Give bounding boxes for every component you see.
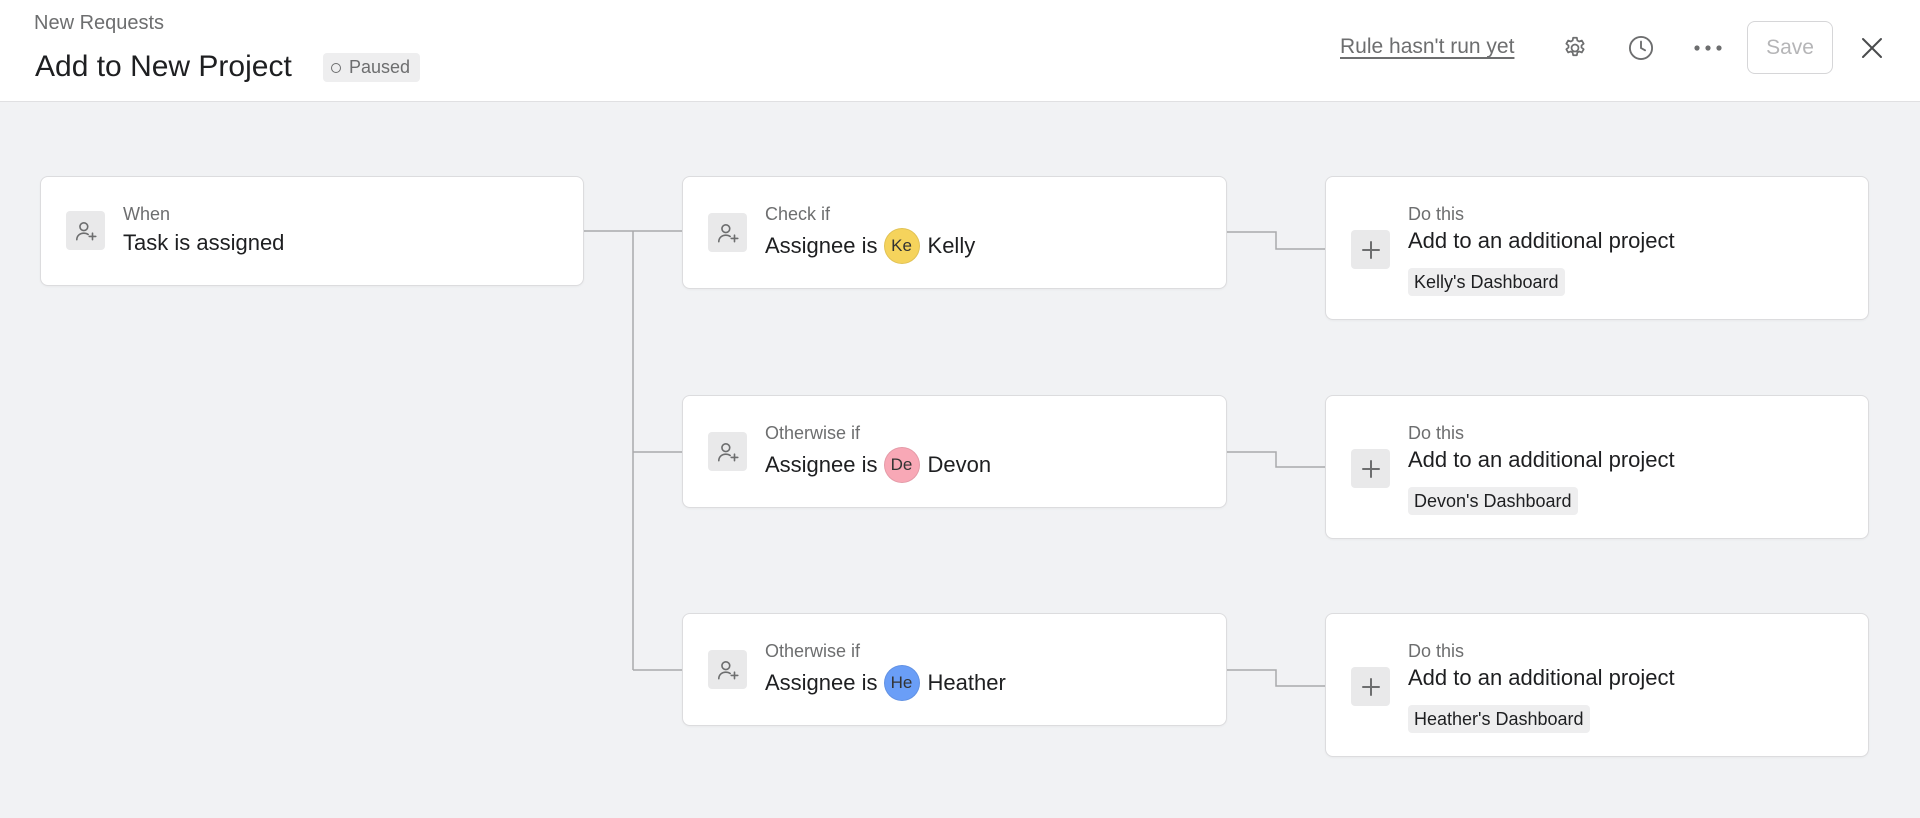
- action-text: Add to an additional project: [1408, 228, 1675, 253]
- condition-card[interactable]: Otherwise if Assignee is De Devon: [682, 395, 1227, 508]
- user-add-icon: [708, 213, 747, 252]
- trigger-text: Task is assigned: [123, 230, 285, 255]
- condition-text: Assignee is De Devon: [765, 447, 991, 483]
- condition-text: Assignee is Ke Kelly: [765, 228, 975, 264]
- rule-header: New Requests Add to New Project Paused R…: [0, 0, 1920, 102]
- condition-text: Assignee is He Heather: [765, 665, 1006, 701]
- status-badge-label: Paused: [349, 57, 411, 77]
- condition-label: Otherwise if: [765, 641, 861, 661]
- more-icon[interactable]: [1688, 28, 1728, 68]
- trigger-label: When: [123, 204, 171, 224]
- condition-label: Check if: [765, 204, 831, 224]
- action-label: Do this: [1408, 204, 1465, 224]
- action-label: Do this: [1408, 423, 1465, 443]
- plus-icon: [1351, 667, 1390, 706]
- page-title: Add to New Project: [35, 50, 292, 83]
- status-badge: Paused: [323, 53, 421, 82]
- save-button[interactable]: Save: [1747, 21, 1833, 74]
- gear-icon[interactable]: [1555, 28, 1595, 68]
- user-add-icon: [66, 211, 105, 250]
- paused-dot-icon: [331, 62, 341, 73]
- breadcrumb[interactable]: New Requests: [34, 12, 164, 35]
- assignee-name: Kelly: [927, 233, 976, 258]
- close-icon[interactable]: [1852, 28, 1892, 68]
- condition-prefix: Assignee is: [765, 233, 878, 258]
- action-label: Do this: [1408, 641, 1465, 661]
- trigger-card[interactable]: When Task is assigned: [40, 176, 584, 286]
- condition-prefix: Assignee is: [765, 452, 878, 477]
- action-text: Add to an additional project: [1408, 665, 1675, 690]
- action-card[interactable]: Do this Add to an additional project Kel…: [1325, 176, 1869, 320]
- action-card[interactable]: Do this Add to an additional project Hea…: [1325, 613, 1869, 757]
- project-tag[interactable]: Heather's Dashboard: [1408, 705, 1590, 733]
- avatar: He: [883, 665, 920, 701]
- plus-icon: [1351, 449, 1390, 488]
- rule-builder-canvas: When Task is assigned Check if Assignee …: [0, 103, 1920, 818]
- condition-card[interactable]: Check if Assignee is Ke Kelly: [682, 176, 1227, 289]
- clock-icon[interactable]: [1621, 28, 1661, 68]
- assignee-name: Devon: [927, 452, 992, 477]
- condition-card[interactable]: Otherwise if Assignee is He Heather: [682, 613, 1227, 726]
- avatar: De: [883, 447, 920, 483]
- avatar: Ke: [883, 228, 920, 264]
- project-tag[interactable]: Kelly's Dashboard: [1408, 268, 1565, 296]
- action-text: Add to an additional project: [1408, 447, 1675, 472]
- user-add-icon: [708, 432, 747, 471]
- condition-label: Otherwise if: [765, 423, 861, 443]
- plus-icon: [1351, 230, 1390, 269]
- action-card[interactable]: Do this Add to an additional project Dev…: [1325, 395, 1869, 539]
- project-tag[interactable]: Devon's Dashboard: [1408, 487, 1578, 515]
- rule-run-status-link[interactable]: Rule hasn't run yet: [1340, 35, 1514, 59]
- assignee-name: Heather: [927, 670, 1006, 695]
- condition-prefix: Assignee is: [765, 670, 878, 695]
- user-add-icon: [708, 650, 747, 689]
